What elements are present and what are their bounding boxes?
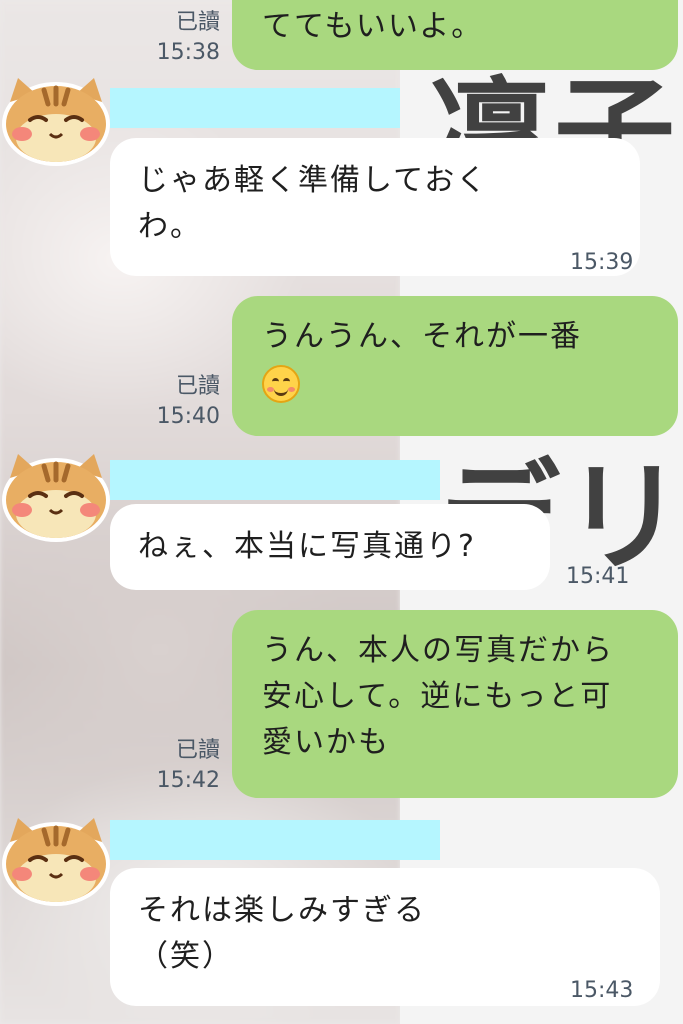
read-receipt: 已讀 [175,10,220,35]
message-text-line: うんうん、それが一番 [262,319,582,354]
message-text-line: それは楽しみすぎる [138,893,426,928]
message-bubble[interactable]: ててもいいよ。 [232,0,678,70]
timestamp: 15:40 [156,404,220,429]
message-meta: 已讀 15:42 [140,736,220,796]
message-text-line: 愛いかも [262,725,390,760]
message-text-line: 安心して。逆にもっと可 [262,679,613,714]
timestamp: 15:39 [570,250,634,275]
tiger-avatar-icon [2,818,110,906]
avatar[interactable] [0,72,112,168]
message-text-line: わ。 [138,209,202,244]
message-text: ててもいいよ。 [262,9,484,44]
message-meta: 已讀 15:38 [140,8,220,68]
sender-name-redacted [110,460,440,500]
message-text-line: じゃあ軽く準備しておく [138,163,489,198]
sender-name-redacted [110,88,400,128]
message-bubble[interactable]: うん、本人の写真だから 安心して。逆にもっと可 愛いかも [232,610,678,798]
tiger-avatar-icon [2,78,110,166]
message-meta: 已讀 15:40 [140,372,220,432]
smiling-face-icon [262,364,300,403]
message-bubble[interactable]: じゃあ軽く準備しておく わ。 [110,138,640,276]
message-bubble[interactable]: ねぇ、本当に写真通り? [110,504,550,590]
tiger-avatar-icon [2,454,110,542]
message-text-line: （笑） [138,939,234,974]
read-receipt: 已讀 [175,374,220,399]
message-text-line: うん、本人の写真だから [262,633,614,668]
timestamp: 15:42 [156,768,220,793]
message-text-line: ねぇ、本当に写真通り? [138,529,476,564]
timestamp: 15:43 [570,978,634,1003]
message-bubble[interactable]: うんうん、それが一番 [232,296,678,436]
read-receipt: 已讀 [175,738,220,763]
avatar[interactable] [0,448,112,544]
timestamp: 15:38 [156,40,220,65]
sender-name-redacted [110,820,440,860]
avatar[interactable] [0,812,112,908]
timestamp: 15:41 [566,564,630,589]
